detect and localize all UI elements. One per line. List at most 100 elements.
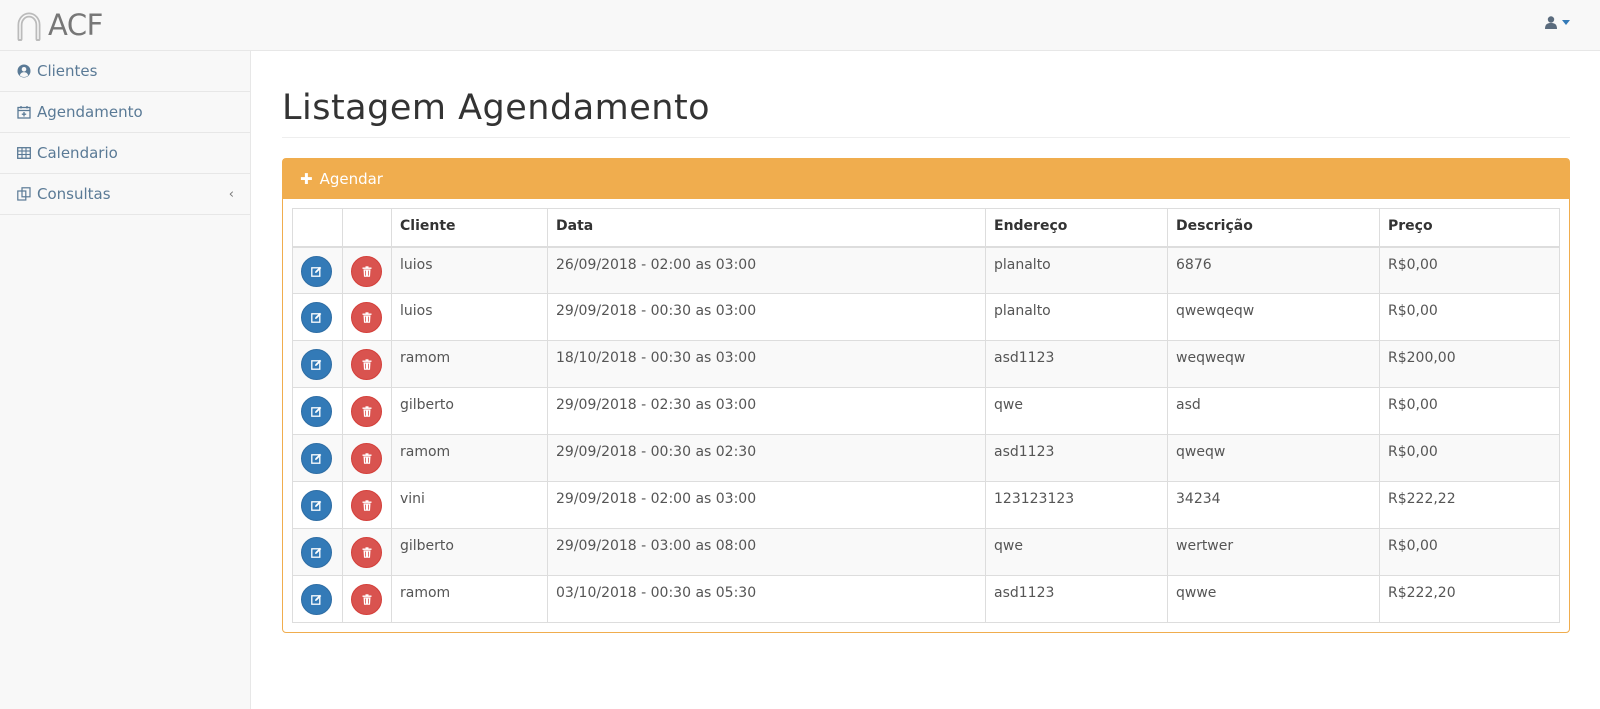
cell-data: 03/10/2018 - 00:30 as 05:30 — [547, 575, 986, 623]
delete-cell — [342, 481, 392, 529]
sidebar-item-agendamento[interactable]: Agendamento — [0, 92, 250, 133]
delete-cell — [342, 528, 392, 576]
table-row: ramom 18/10/2018 - 00:30 as 03:00 asd1123 w… — [292, 340, 1560, 388]
cell-endereco: asd1123 — [985, 340, 1168, 388]
cell-preco: R$0,00 — [1379, 293, 1560, 341]
brand-name: ACF — [48, 8, 103, 42]
cell-data: 26/09/2018 - 02:00 as 03:00 — [547, 246, 986, 294]
trash-icon — [362, 547, 372, 558]
table-icon — [17, 146, 31, 160]
column-header-endereco: Endereço — [985, 208, 1168, 248]
cell-cliente: ramom — [391, 575, 548, 623]
cell-preco: R$222,22 — [1379, 481, 1560, 529]
delete-button[interactable] — [351, 396, 382, 427]
edit-icon — [311, 359, 322, 370]
edit-icon — [311, 266, 322, 277]
cell-preco: R$0,00 — [1379, 387, 1560, 435]
edit-icon — [311, 500, 322, 511]
trash-icon — [362, 359, 372, 370]
edit-button[interactable] — [301, 584, 332, 615]
trash-icon — [362, 594, 372, 605]
table-row: luios 29/09/2018 - 00:30 as 03:00 planalto… — [292, 293, 1560, 341]
edit-button[interactable] — [301, 255, 332, 287]
edit-icon — [311, 312, 322, 323]
sidebar: Clientes Agendamento Calendario Consulta… — [0, 51, 251, 709]
cell-data: 29/09/2018 - 02:00 as 03:00 — [547, 481, 986, 529]
calendar-plus-icon — [17, 105, 31, 119]
table-row: gilberto 29/09/2018 - 02:30 as 03:00 qwe as… — [292, 387, 1560, 435]
edit-icon — [311, 453, 322, 464]
cell-data: 29/09/2018 - 03:00 as 08:00 — [547, 528, 986, 576]
table-row: luios 26/09/2018 - 02:00 as 03:00 planalto… — [292, 246, 1560, 294]
table-row: gilberto 29/09/2018 - 03:00 as 08:00 qwe we… — [292, 528, 1560, 576]
add-schedule-button[interactable]: ✚ Agendar — [283, 159, 1569, 199]
cell-cliente: gilberto — [391, 528, 548, 576]
sidebar-item-calendario[interactable]: Calendario — [0, 133, 250, 174]
table-header-row: Cliente Data Endereço Descrição Preço — [292, 208, 1560, 248]
cell-descricao: asd — [1167, 387, 1380, 435]
copy-icon — [17, 187, 31, 201]
cell-endereco: qwe — [985, 387, 1168, 435]
delete-button[interactable] — [351, 255, 382, 287]
cell-endereco: qwe — [985, 528, 1168, 576]
edit-cell — [292, 575, 343, 623]
delete-cell — [342, 340, 392, 388]
edit-button[interactable] — [301, 396, 332, 427]
delete-cell — [342, 434, 392, 482]
edit-button[interactable] — [301, 537, 332, 568]
cell-descricao: weqweqw — [1167, 340, 1380, 388]
sidebar-item-clientes[interactable]: Clientes — [0, 51, 250, 92]
edit-cell — [292, 434, 343, 482]
edit-icon — [311, 547, 322, 558]
cell-endereco: planalto — [985, 246, 1168, 294]
cell-descricao: 6876 — [1167, 246, 1380, 294]
delete-button[interactable] — [351, 443, 382, 474]
column-header-data: Data — [547, 208, 986, 248]
horseshoe-logo-icon — [17, 12, 41, 41]
cell-data: 29/09/2018 - 00:30 as 03:00 — [547, 293, 986, 341]
trash-icon — [362, 312, 372, 323]
delete-button[interactable] — [351, 584, 382, 615]
edit-button[interactable] — [301, 490, 332, 521]
delete-cell — [342, 246, 392, 294]
cell-data: 29/09/2018 - 02:30 as 03:00 — [547, 387, 986, 435]
sidebar-item-label: Clientes — [37, 62, 98, 80]
edit-cell — [292, 340, 343, 388]
cell-data: 29/09/2018 - 00:30 as 02:30 — [547, 434, 986, 482]
cell-endereco: 123123123 — [985, 481, 1168, 529]
column-header-delete — [342, 208, 392, 248]
plus-icon: ✚ — [300, 170, 313, 188]
cell-cliente: vini — [391, 481, 548, 529]
delete-button[interactable] — [351, 537, 382, 568]
delete-cell — [342, 387, 392, 435]
edit-button[interactable] — [301, 302, 332, 333]
schedule-table: Cliente Data Endereço Descrição Preço lu… — [292, 208, 1560, 623]
sidebar-item-label: Agendamento — [37, 103, 143, 121]
cell-descricao: qwwe — [1167, 575, 1380, 623]
delete-button[interactable] — [351, 349, 382, 380]
cell-descricao: wertwer — [1167, 528, 1380, 576]
trash-icon — [362, 453, 372, 464]
main-content: Listagem Agendamento ✚ Agendar Cliente D… — [282, 51, 1570, 633]
cell-descricao: 34234 — [1167, 481, 1380, 529]
cell-preco: R$0,00 — [1379, 434, 1560, 482]
sidebar-item-consultas[interactable]: Consultas ‹ — [0, 174, 250, 215]
chevron-down-icon — [1562, 20, 1570, 25]
page-title: Listagem Agendamento — [282, 88, 1570, 138]
cell-data: 18/10/2018 - 00:30 as 03:00 — [547, 340, 986, 388]
cell-cliente: luios — [391, 293, 548, 341]
sidebar-item-label: Consultas — [37, 185, 111, 203]
cell-endereco: asd1123 — [985, 434, 1168, 482]
edit-button[interactable] — [301, 349, 332, 380]
brand[interactable]: ACF — [14, 6, 103, 44]
table-row: ramom 03/10/2018 - 00:30 as 05:30 asd1123 q… — [292, 575, 1560, 623]
cell-cliente: ramom — [391, 340, 548, 388]
trash-icon — [362, 265, 372, 277]
column-header-cliente: Cliente — [391, 208, 548, 248]
edit-button[interactable] — [301, 443, 332, 474]
delete-button[interactable] — [351, 302, 382, 333]
delete-button[interactable] — [351, 490, 382, 521]
user-menu[interactable] — [1545, 16, 1570, 29]
trash-icon — [362, 406, 372, 417]
cell-endereco: asd1123 — [985, 575, 1168, 623]
